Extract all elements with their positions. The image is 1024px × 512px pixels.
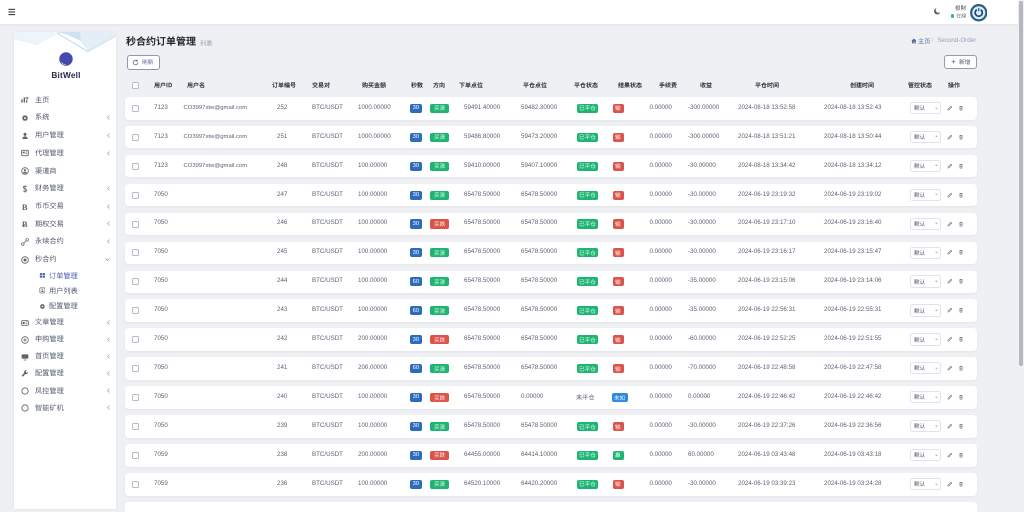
svg-text:Ƀ: Ƀ [22, 220, 28, 228]
svg-text:B: B [22, 203, 28, 211]
